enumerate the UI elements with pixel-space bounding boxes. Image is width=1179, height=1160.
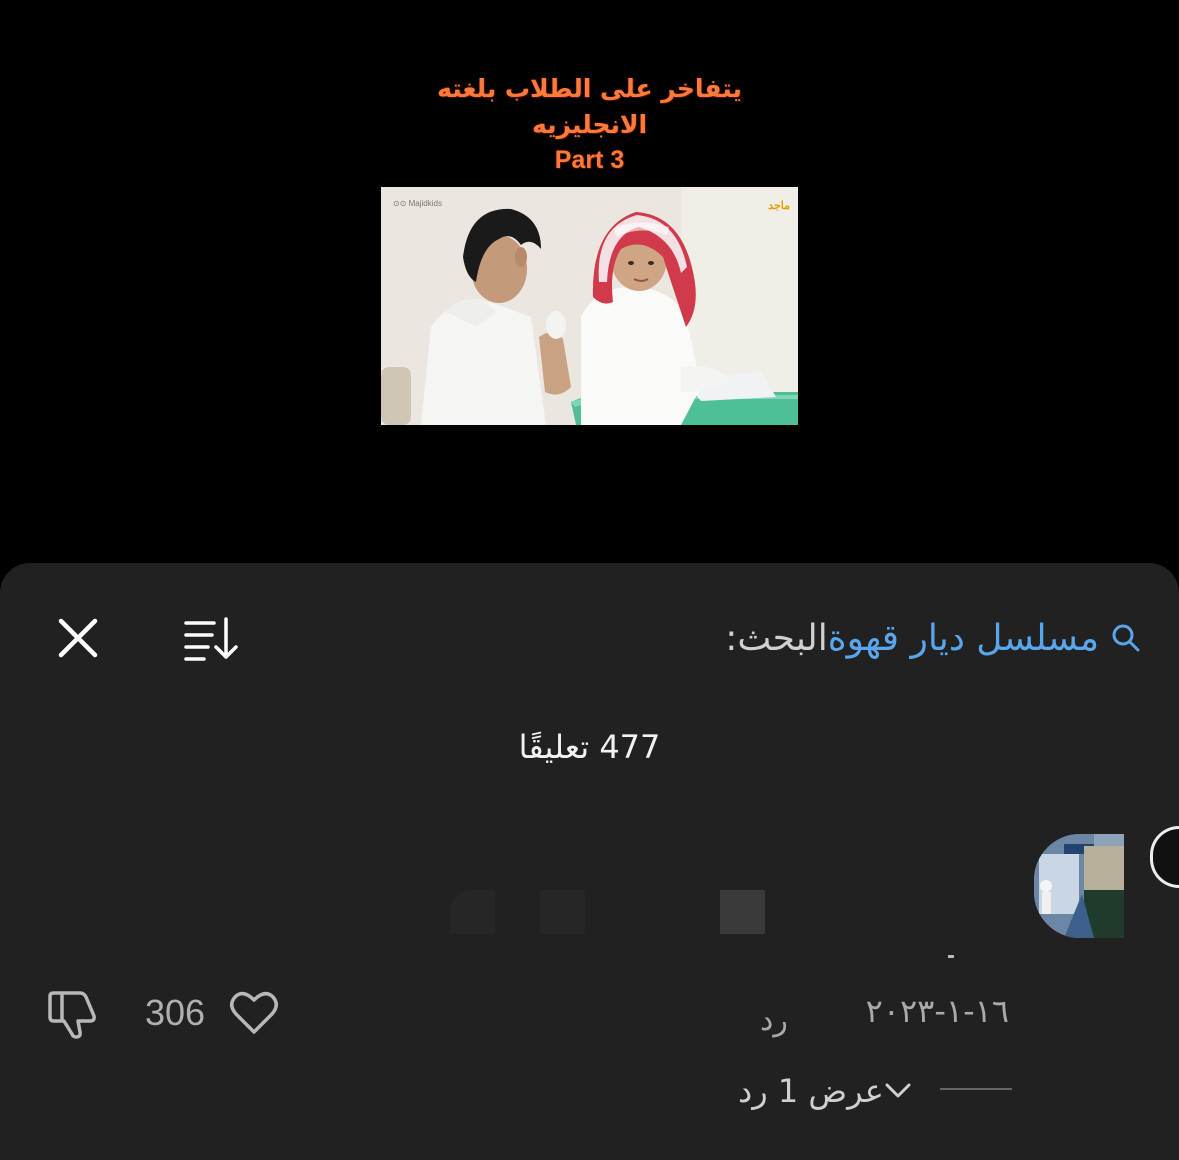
video-frame: ⊙⊙ Majidkids ماجد: [381, 187, 798, 425]
hidden-comment-text: [720, 890, 765, 934]
search-icon[interactable]: [1111, 623, 1141, 653]
thumbs-down-icon: [48, 991, 96, 1039]
heart-icon: [230, 991, 278, 1034]
comments-count: 477 تعليقًا: [518, 728, 661, 766]
avatar[interactable]: [1034, 834, 1124, 938]
view-replies-button[interactable]: عرض 1 رد: [730, 1066, 912, 1116]
video-caption-line-2: الانجليزيه: [531, 110, 648, 139]
screen: يتفاخر على الطلاب بلغته الانجليزيه Part …: [0, 0, 1179, 1160]
video-player[interactable]: يتفاخر على الطلاب بلغته الانجليزيه Part …: [0, 0, 1179, 560]
replies-divider: [940, 1088, 1012, 1090]
text-fragment: [948, 955, 954, 958]
sort-button[interactable]: [180, 612, 240, 664]
like-button[interactable]: [228, 988, 280, 1038]
channel-logo: ماجد: [768, 200, 790, 212]
reply-button[interactable]: رد: [760, 1003, 788, 1038]
close-button[interactable]: [52, 612, 104, 664]
close-icon: [58, 618, 98, 658]
search-prefix-label: البحث:: [725, 617, 828, 659]
dislike-button[interactable]: [44, 988, 100, 1042]
comment-date: ١٦-١-٢٠٢٣: [865, 992, 1009, 1030]
channel-watermark: ⊙⊙ Majidkids: [393, 199, 442, 208]
search-context: البحث: مسلسل ديار قهوة: [725, 610, 1143, 666]
like-count: 306: [145, 992, 206, 1033]
hidden-comment-text: [540, 890, 585, 934]
hidden-comment-text: [450, 890, 495, 934]
search-query-link[interactable]: مسلسل ديار قهوة: [828, 618, 1099, 659]
sort-icon: [184, 617, 238, 661]
video-frame-illustration: [381, 187, 798, 425]
video-caption-line-3: Part 3: [554, 146, 625, 174]
view-replies-label: عرض 1 رد: [738, 1072, 884, 1110]
video-caption-line-1: يتفاخر على الطلاب بلغته: [437, 74, 742, 103]
chevron-down-icon: [884, 1081, 912, 1101]
